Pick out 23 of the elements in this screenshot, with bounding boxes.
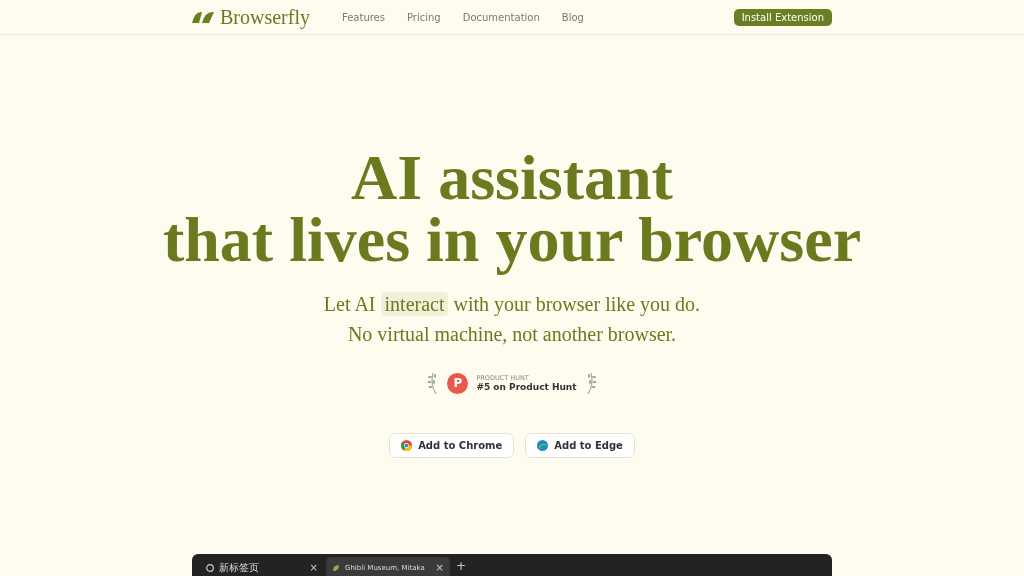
new-tab-button[interactable]: +: [456, 559, 467, 573]
nav-link[interactable]: Blog: [561, 11, 584, 23]
add-to-browser-button[interactable]: Add to Chrome: [389, 433, 515, 458]
nav-link[interactable]: Features: [342, 11, 385, 23]
hero-subtitle: No virtual machine, not another browser.: [347, 322, 677, 347]
globe-icon: [206, 563, 214, 572]
product-hunt-icon: P: [447, 372, 469, 394]
close-tab-button[interactable]: ×: [435, 562, 444, 573]
edge-icon: [537, 440, 549, 451]
tab-title: 新标签页: [219, 560, 260, 575]
add-to-browser-button[interactable]: Add to Edge: [525, 433, 635, 458]
logo-icon: [192, 11, 214, 23]
nav-link[interactable]: Pricing: [407, 11, 441, 23]
badge-text: #5 on Product Hunt: [476, 382, 577, 392]
brand-name[interactable]: Browserfly: [220, 5, 310, 29]
close-tab-button[interactable]: ×: [309, 562, 318, 573]
browser-tab[interactable]: 新标签页 ×: [200, 557, 324, 576]
leaf-icon: [332, 563, 340, 572]
install-extension-button[interactable]: Install Extension: [733, 8, 832, 26]
nav-link[interactable]: Documentation: [462, 11, 540, 23]
hero-subtitle: Let AI interact with your browser like you do.: [323, 291, 701, 318]
hero-title: AI assistant: [351, 147, 673, 209]
chrome-icon: [401, 440, 413, 451]
